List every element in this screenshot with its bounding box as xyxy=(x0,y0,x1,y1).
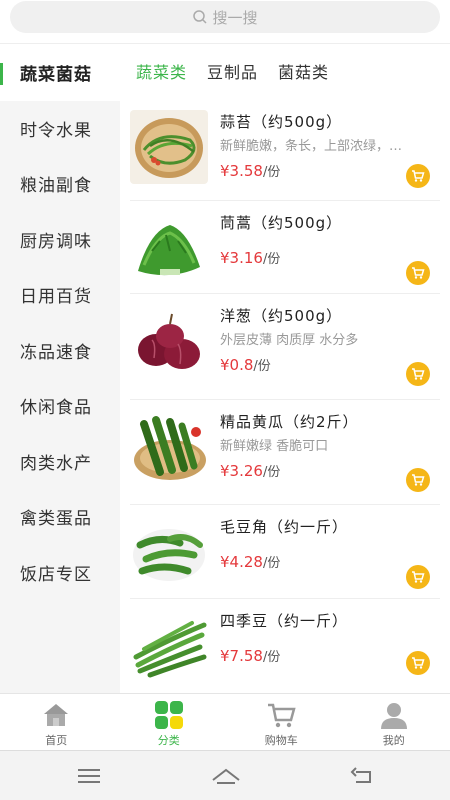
product-unit: /份 xyxy=(262,165,281,180)
add-to-cart-button[interactable] xyxy=(406,565,430,589)
add-to-cart-button[interactable] xyxy=(406,468,430,492)
tab-cart[interactable]: 购物车 xyxy=(225,694,338,750)
product-name: 四季豆（约一斤） xyxy=(220,612,349,630)
cart-icon xyxy=(412,368,425,380)
product-image-onion xyxy=(130,304,208,378)
product-unit: /份 xyxy=(262,650,281,665)
product-price: ¥0.8 xyxy=(220,356,254,374)
product-unit: /份 xyxy=(253,359,271,374)
product-image-edamame xyxy=(130,515,208,589)
sidebar-item-poultry-eggs[interactable]: 禽类蛋品 xyxy=(0,489,120,545)
list-item[interactable]: 四季豆（约一斤） ¥7.58/份 xyxy=(130,599,440,693)
system-navigation-bar xyxy=(0,750,450,800)
tab-mine-label: 我的 xyxy=(382,734,405,747)
sidebar-item-restaurant[interactable]: 饭店专区 xyxy=(0,545,120,601)
add-to-cart-button[interactable] xyxy=(406,261,430,285)
cart-icon xyxy=(412,267,425,279)
product-description: 新鲜脆嫩，条长，上部浓绿，… xyxy=(220,139,403,154)
tab-category[interactable]: 分类 xyxy=(113,694,226,750)
tab-cart-label: 购物车 xyxy=(264,734,298,747)
back-icon[interactable] xyxy=(350,766,376,786)
list-item[interactable]: 茼蒿（约500g） ¥3.16/份 xyxy=(130,201,440,294)
product-name: 毛豆角（约一斤） xyxy=(220,518,349,536)
list-item[interactable]: 毛豆角（约一斤） ¥4.28/份 xyxy=(130,505,440,599)
shopping-cart-icon xyxy=(268,703,296,728)
product-unit: /份 xyxy=(262,465,281,480)
category-sidebar: 蔬菜菌菇 时令水果 粮油副食 厨房调味 日用百货 冻品速食 休闲食品 肉类水产 … xyxy=(0,45,120,693)
cart-icon xyxy=(412,474,425,486)
cart-icon xyxy=(412,657,425,669)
add-to-cart-button[interactable] xyxy=(406,651,430,675)
product-image-crown-daisy xyxy=(130,211,208,285)
product-name: 茼蒿（约500g） xyxy=(220,214,343,232)
tab-category-label: 分类 xyxy=(157,734,180,747)
product-price: ¥3.16 xyxy=(220,249,263,267)
product-name: 蒜苔（约500g） xyxy=(220,113,343,131)
product-info: 毛豆角（约一斤） ¥4.28/份 xyxy=(220,513,440,577)
tab-home-label: 首页 xyxy=(45,734,68,747)
sidebar-item-seasoning[interactable]: 厨房调味 xyxy=(0,212,120,268)
product-name: 精品黄瓜（约2斤） xyxy=(220,413,359,431)
sidebar-item-vegetables[interactable]: 蔬菜菌菇 xyxy=(0,45,120,101)
tab-home[interactable]: 首页 xyxy=(0,694,113,750)
product-info: 茼蒿（约500g） ¥3.16/份 xyxy=(220,209,440,273)
product-description: 外层皮薄 肉质厚 水分多 xyxy=(220,333,359,348)
tab-tofu[interactable]: 豆制品 xyxy=(207,59,258,83)
product-image-green-beans xyxy=(130,609,208,683)
product-name: 洋葱（约500g） xyxy=(220,307,343,325)
search-bar: 搜一搜 xyxy=(0,0,450,44)
subcategory-tabs: 蔬菜类 豆制品 菌菇类 xyxy=(120,45,450,97)
category-icon xyxy=(154,701,183,729)
user-icon xyxy=(380,703,407,729)
add-to-cart-button[interactable] xyxy=(406,362,430,386)
product-unit: /份 xyxy=(262,556,281,571)
product-image-garlic-sprouts xyxy=(130,110,208,184)
product-unit: /份 xyxy=(262,252,281,267)
product-image-cucumber xyxy=(130,410,208,484)
product-price: ¥4.28 xyxy=(220,553,263,571)
bottom-tab-bar: 首页 分类 购物车 我的 xyxy=(0,693,450,750)
product-price: ¥3.58 xyxy=(220,162,263,180)
home-icon xyxy=(44,704,69,726)
product-list: 蒜苔（约500g） 新鲜脆嫩，条长，上部浓绿，… ¥3.58/份 茼蒿（约500… xyxy=(120,100,450,693)
sidebar-item-snacks[interactable]: 休闲食品 xyxy=(0,378,120,434)
search-icon xyxy=(193,10,208,24)
list-item[interactable]: 精品黄瓜（约2斤） 新鲜嫩绿 香脆可口 ¥3.26/份 xyxy=(130,400,440,505)
tab-vegetables[interactable]: 蔬菜类 xyxy=(136,59,187,83)
sidebar-item-fruit[interactable]: 时令水果 xyxy=(0,101,120,157)
search-input[interactable]: 搜一搜 xyxy=(10,1,440,33)
sidebar-item-grain-oil[interactable]: 粮油副食 xyxy=(0,156,120,212)
product-price: ¥3.26 xyxy=(220,462,263,480)
sidebar-item-meat-seafood[interactable]: 肉类水产 xyxy=(0,434,120,490)
search-placeholder: 搜一搜 xyxy=(212,8,258,27)
cart-icon xyxy=(412,571,425,583)
add-to-cart-button[interactable] xyxy=(406,164,430,188)
list-item[interactable]: 蒜苔（约500g） 新鲜脆嫩，条长，上部浓绿，… ¥3.58/份 xyxy=(130,100,440,201)
product-price: ¥7.58 xyxy=(220,647,263,665)
home-button-icon[interactable] xyxy=(211,766,241,786)
product-description: 新鲜嫩绿 香脆可口 xyxy=(220,439,329,454)
list-item[interactable]: 洋葱（约500g） 外层皮薄 肉质厚 水分多 ¥0.8/份 xyxy=(130,294,440,400)
tab-mushrooms[interactable]: 菌菇类 xyxy=(278,59,329,83)
sidebar-item-frozen[interactable]: 冻品速食 xyxy=(0,323,120,379)
sidebar-item-daily-goods[interactable]: 日用百货 xyxy=(0,267,120,323)
cart-icon xyxy=(412,170,425,182)
menu-icon[interactable] xyxy=(76,766,102,786)
tab-mine[interactable]: 我的 xyxy=(338,694,450,750)
